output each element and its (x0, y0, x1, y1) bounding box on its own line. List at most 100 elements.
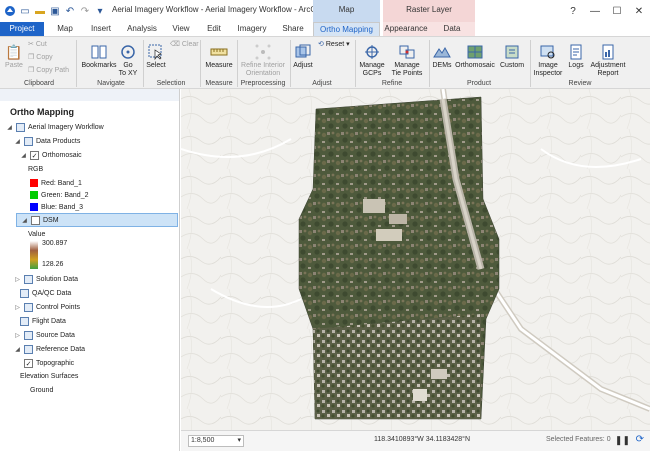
tree-item-ground[interactable]: Ground (30, 387, 53, 394)
context-header-raster-layer: Raster Layer (383, 0, 475, 22)
tab-imagery[interactable]: Imagery (232, 22, 272, 36)
cut-button[interactable]: ✂ Cut (28, 40, 47, 49)
group-label-selection: Selection (156, 80, 186, 87)
map-view[interactable] (181, 89, 650, 430)
points-icon (24, 303, 33, 312)
refresh-icon[interactable]: ⟳ (636, 434, 644, 445)
tree-item-flight-data[interactable]: Flight Data (20, 317, 66, 326)
dems-button[interactable]: DEMs (431, 43, 453, 70)
image-inspector-label-2: Inspector (533, 70, 563, 77)
report-icon (598, 43, 618, 61)
copy-button[interactable]: ❐ Copy (28, 53, 53, 62)
minimize-button[interactable]: — (584, 6, 606, 17)
scale-selector[interactable]: 1:8,500 ▾ (188, 435, 244, 447)
bookmarks-icon (89, 43, 109, 61)
tab-view[interactable]: View (166, 22, 196, 36)
undo-icon[interactable]: ↶ (64, 5, 76, 17)
tree-label-qaqc: QA/QC Data (32, 290, 72, 297)
manage-gcps-button[interactable]: Manage GCPs (357, 43, 387, 78)
collapse-icon[interactable]: ◢ (20, 152, 27, 159)
select-icon (146, 43, 166, 61)
save-icon[interactable]: ▣ (49, 5, 61, 17)
manage-tie-points-button[interactable]: Manage Tie Points (387, 43, 427, 78)
folder-icon (24, 137, 33, 146)
copy-label: Copy (36, 53, 53, 61)
collapse-icon[interactable]: ◢ (14, 138, 21, 145)
go-to-xy-button[interactable]: Go To XY (118, 43, 138, 78)
orthomosaic-checkbox[interactable]: ✓ (30, 151, 39, 160)
tab-appearance[interactable]: Appearance (383, 22, 429, 36)
orthomosaic-button[interactable]: Orthomosaic (454, 43, 496, 70)
tree-item-topographic[interactable]: ✓ Topographic (24, 359, 74, 368)
copy-icon: ❐ (28, 54, 35, 61)
tab-insert[interactable]: Insert (84, 22, 118, 36)
tree-label-ground: Ground (30, 387, 54, 394)
refine-interior-orientation-button[interactable]: Refine Interior Orientation (239, 43, 287, 78)
tab-edit[interactable]: Edit (200, 22, 228, 36)
tree-item-elevation-surfaces[interactable]: Elevation Surfaces (20, 373, 78, 380)
separator (355, 40, 356, 87)
tree-label-source-data: Source Data (36, 332, 75, 339)
pause-drawing-icon[interactable]: ❚❚ (615, 435, 630, 446)
tree-item-solution-data[interactable]: ▷ Solution Data (14, 275, 78, 284)
go-to-xy-icon (118, 43, 138, 61)
tree-label-reference-data: Reference Data (36, 346, 86, 353)
adjustment-report-button[interactable]: Adjustment Report (588, 43, 628, 78)
maximize-button[interactable]: ☐ (606, 6, 628, 17)
quick-access-toolbar: ▭ ▬ ▣ ↶ ↷ ▾ (0, 0, 106, 22)
paste-icon: 📋 (5, 44, 23, 60)
tree-item-data-products[interactable]: ◢ Data Products (14, 137, 80, 146)
reset-label: Reset (325, 40, 345, 48)
separator (429, 40, 430, 87)
tree-item-reference-data[interactable]: ◢ Reference Data (14, 345, 85, 354)
manage-tie-label-1: Manage (394, 62, 420, 69)
tab-data[interactable]: Data (429, 22, 475, 36)
custom-label: Custom (499, 62, 525, 69)
tree-item-orthomosaic[interactable]: ◢ ✓ Orthomosaic (20, 151, 82, 160)
coordinate-readout: 118.3410893°W 34.1183428°N (374, 436, 471, 443)
adjust-button[interactable]: Adjust (292, 43, 314, 70)
expand-icon[interactable]: ▷ (14, 276, 21, 283)
measure-label: Measure (205, 62, 233, 69)
copy-path-label: Copy Path (36, 66, 69, 74)
selected-features-count[interactable]: Selected Features: 0 (546, 436, 611, 443)
manage-gcps-label-1: Manage (359, 62, 385, 69)
help-button[interactable]: ? (562, 6, 584, 17)
logs-button[interactable]: Logs (565, 43, 587, 70)
tab-ortho-mapping[interactable]: Ortho Mapping (313, 22, 380, 36)
new-project-icon[interactable]: ▭ (19, 5, 31, 17)
tab-analysis[interactable]: Analysis (122, 22, 162, 36)
copy-path-button[interactable]: ❐ Copy Path (28, 66, 69, 75)
image-inspector-button[interactable]: Image Inspector (532, 43, 564, 78)
expand-icon[interactable]: ▷ (14, 332, 21, 339)
clear-button[interactable]: ⌫ Clear (170, 40, 199, 49)
tree-item-control-points[interactable]: ▷ Control Points (14, 303, 80, 312)
expand-icon[interactable]: ▷ (14, 304, 21, 311)
custom-button[interactable]: Custom (497, 43, 527, 70)
tree-item-qaqc[interactable]: QA/QC Data (20, 289, 71, 298)
tab-map[interactable]: Map (50, 22, 80, 36)
collapse-icon[interactable]: ◢ (21, 217, 28, 224)
select-button[interactable]: Select (146, 43, 166, 70)
close-button[interactable]: ✕ (628, 6, 650, 17)
topographic-checkbox[interactable]: ✓ (24, 359, 33, 368)
collapse-icon[interactable]: ◢ (14, 346, 21, 353)
tab-project[interactable]: Project (0, 22, 44, 36)
group-label-adjust: Adjust (312, 80, 332, 87)
redo-icon[interactable]: ↷ (79, 5, 91, 17)
chevron-down-icon[interactable]: ▾ (237, 436, 241, 446)
tab-share[interactable]: Share (276, 22, 310, 36)
dsm-checkbox[interactable] (31, 215, 40, 225)
customize-qat-icon[interactable]: ▾ (94, 5, 106, 17)
paste-button[interactable]: 📋 Paste (4, 43, 24, 70)
reset-button[interactable]: ⟲ Reset ▾ (318, 40, 350, 49)
tree-item-root[interactable]: ◢ Aerial Imagery Workflow (6, 123, 104, 132)
tree-item-source-data[interactable]: ▷ Source Data (14, 331, 75, 340)
bookmarks-button[interactable]: Bookmarks (80, 43, 118, 70)
collapse-icon[interactable]: ◢ (6, 124, 13, 131)
legend-green-band: Green: Band_2 (30, 191, 88, 199)
measure-button[interactable]: Measure (203, 43, 235, 70)
map-canvas[interactable] (181, 89, 650, 430)
open-folder-icon[interactable]: ▬ (34, 5, 46, 17)
tree-item-dsm[interactable]: ◢ DSM (16, 213, 178, 227)
